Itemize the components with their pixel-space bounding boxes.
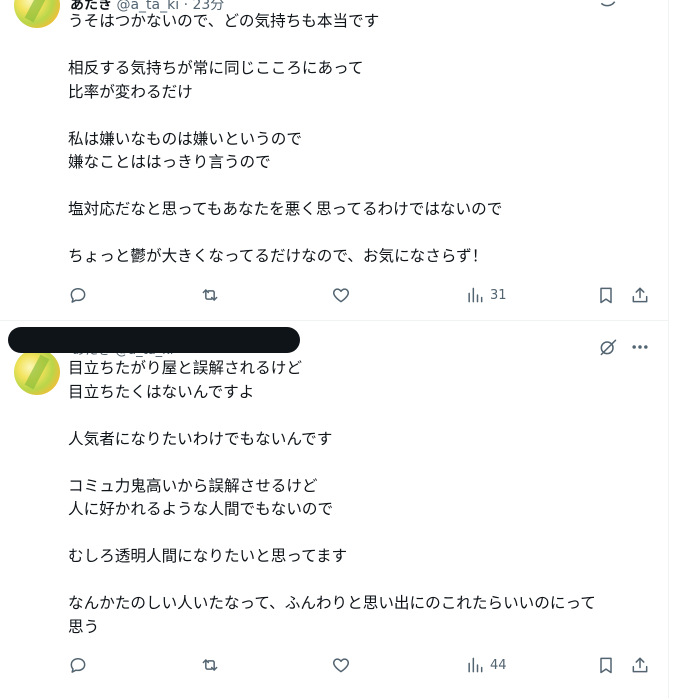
avatar[interactable] <box>14 0 60 28</box>
more-icon[interactable] <box>630 337 650 357</box>
like-button[interactable] <box>331 653 351 677</box>
like-icon <box>332 288 350 303</box>
views-icon <box>468 657 483 673</box>
share-button[interactable] <box>630 653 650 677</box>
tweet[interactable]: あたき @a_ta_ki · 23分 うそはつかないので、どの気持ちも本当です … <box>0 0 668 321</box>
bookmark-button[interactable] <box>596 653 616 677</box>
views-icon <box>468 287 483 303</box>
timeline-border <box>668 0 669 698</box>
views-count: 31 <box>490 287 507 303</box>
reply-button[interactable] <box>68 283 88 307</box>
retweet-icon <box>202 659 218 671</box>
views-button[interactable]: 31 <box>465 283 507 307</box>
reply-button[interactable] <box>68 653 88 677</box>
bookmark-button[interactable] <box>596 283 616 307</box>
share-icon <box>632 287 648 303</box>
share-button[interactable] <box>630 283 650 307</box>
tweet[interactable]: あたき @a_ta_ki 目立ちたがり屋と誤解されるけど 目立ちたくはないんです… <box>0 321 668 698</box>
retweet-button[interactable] <box>200 653 220 677</box>
bookmark-icon <box>600 287 612 304</box>
views-button[interactable]: 44 <box>465 653 507 677</box>
share-icon <box>632 657 648 673</box>
retweet-button[interactable] <box>200 283 220 307</box>
reply-icon <box>70 288 86 303</box>
reply-icon <box>70 658 86 673</box>
retweet-icon <box>202 289 218 301</box>
tweet-actions: 44 <box>0 653 668 677</box>
views-count: 44 <box>490 657 507 673</box>
grok-icon[interactable] <box>598 337 618 357</box>
tweet-text: うそはつかないので、どの気持ちも本当です 相反する気持ちが常に同じこころにあって… <box>68 12 503 265</box>
avatar[interactable] <box>14 349 60 395</box>
tweet-actions: 31 <box>0 283 668 307</box>
tweet-text: 目立ちたがり屋と誤解されるけど 目立ちたくはないんですよ 人気者になりたいわけで… <box>68 359 596 636</box>
tweet-top-icons <box>598 337 650 357</box>
like-button[interactable] <box>331 283 351 307</box>
bookmark-icon <box>600 657 612 674</box>
like-icon <box>332 658 350 673</box>
redaction-bar <box>8 327 300 353</box>
